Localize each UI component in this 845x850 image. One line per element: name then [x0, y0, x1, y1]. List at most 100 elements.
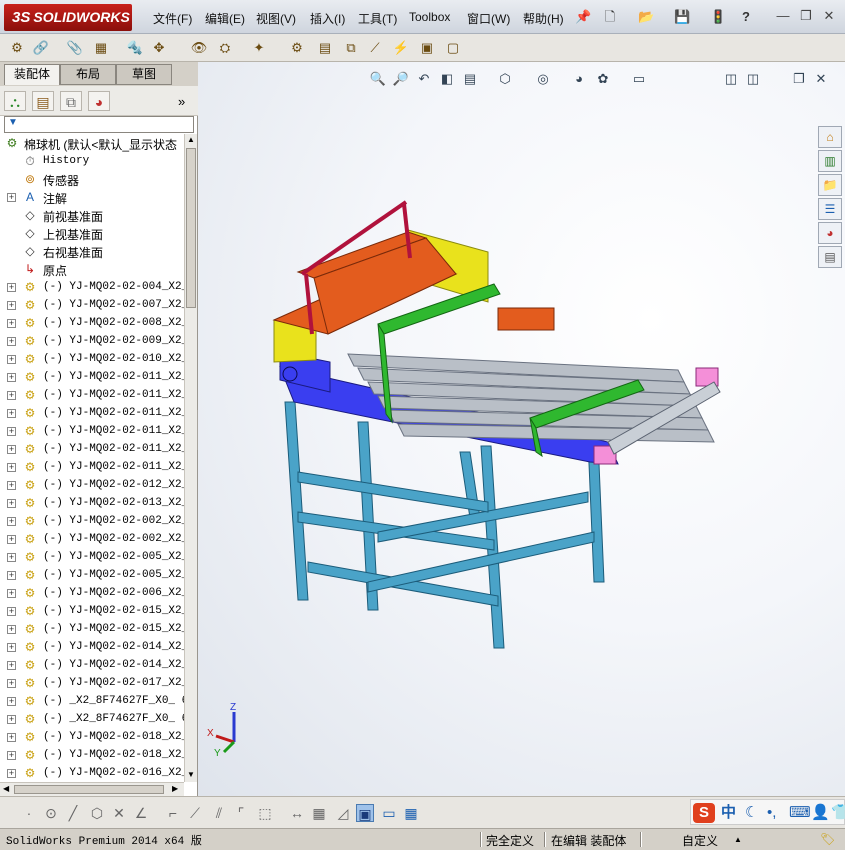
angle-icon[interactable]: ∠	[132, 804, 150, 822]
menu-window[interactable]: 窗口(W)	[467, 10, 510, 27]
expand-toggle-icon[interactable]: +	[7, 427, 16, 436]
minimize-button[interactable]: —	[775, 8, 791, 24]
menu-file[interactable]: 文件(F)	[153, 10, 192, 27]
expand-toggle-icon[interactable]: +	[7, 643, 16, 652]
filter-icon[interactable]: ▼	[8, 117, 18, 128]
tree-item[interactable]: ⏱ History	[0, 152, 184, 170]
expand-tabs-chevron-icon[interactable]: »	[178, 94, 185, 109]
tree-item[interactable]: ◇ 前视基准面	[0, 206, 184, 224]
close-button[interactable]: ✕	[821, 8, 837, 24]
ime-language-toggle[interactable]: 中	[721, 803, 736, 823]
expand-toggle-icon[interactable]: +	[7, 445, 16, 454]
home-icon[interactable]: ⌂	[818, 126, 842, 148]
menu-help[interactable]: 帮助(H)	[523, 10, 564, 27]
bill-of-materials-icon[interactable]: ▤	[316, 39, 334, 57]
feature-tree-icon[interactable]: ⛬	[4, 91, 26, 111]
grid-icon[interactable]: ▦	[310, 804, 328, 822]
skin-icon[interactable]: 👕	[831, 803, 845, 823]
expand-toggle-icon[interactable]: +	[7, 337, 16, 346]
menu-insert[interactable]: 插入(I)	[310, 10, 345, 27]
mate-icon[interactable]: 🔗	[32, 39, 50, 57]
appearances-icon[interactable]: ◕	[818, 222, 842, 244]
polygon-icon[interactable]: ⬡	[88, 804, 106, 822]
tree-item[interactable]: + ⚙ (-) YJ-MQ02-02-014_X2_8	[0, 656, 184, 674]
paperclip-icon[interactable]: 📎	[66, 39, 84, 57]
file-explorer-icon[interactable]: 📁	[818, 174, 842, 196]
rectangle-icon[interactable]: ⬚	[256, 804, 274, 822]
tree-item[interactable]: + ⚙ (-) YJ-MQ02-02-011_X2_6	[0, 458, 184, 476]
tree-item[interactable]: + ⚙ (-) YJ-MQ02-02-018_X2_6	[0, 746, 184, 764]
units-dropdown-arrow-icon[interactable]: ▲	[734, 835, 742, 844]
menu-view[interactable]: 视图(V)	[256, 10, 296, 27]
show-hidden-icon[interactable]: 👁	[190, 39, 208, 57]
restore-button[interactable]: ❐	[798, 8, 814, 24]
expand-toggle-icon[interactable]: +	[7, 715, 16, 724]
interference-detection-icon[interactable]: ⚡	[392, 39, 410, 57]
tree-hscroll-thumb[interactable]	[14, 785, 164, 794]
expand-toggle-icon[interactable]: +	[7, 733, 16, 742]
tree-item[interactable]: + ⚙ (-) YJ-MQ02-02-008_X2_5	[0, 314, 184, 332]
expand-toggle-icon[interactable]: +	[7, 499, 16, 508]
tree-item[interactable]: + ⚙ (-) _X2_8F74627F_X0_ 62	[0, 692, 184, 710]
tree-item[interactable]: + A 注解	[0, 188, 184, 206]
rebuild-icon[interactable]: 🚦	[710, 9, 726, 25]
tree-item[interactable]: + ⚙ (-) _X2_8F74627F_X0_ 62	[0, 710, 184, 728]
punctuation-icon[interactable]: •,	[767, 803, 776, 823]
display-manager-icon[interactable]: ◕	[88, 91, 110, 111]
explode-line-sketch-icon[interactable]: ⟋	[366, 39, 384, 57]
keyboard-icon[interactable]: ⌨	[789, 803, 811, 823]
tree-item[interactable]: ◇ 右视基准面	[0, 242, 184, 260]
tree-item[interactable]: + ⚙ (-) YJ-MQ02-02-018_X2_6	[0, 728, 184, 746]
trim-icon[interactable]: ✕	[110, 804, 128, 822]
linear-pattern-icon[interactable]: ▦	[92, 39, 110, 57]
tree-item[interactable]: + ⚙ (-) YJ-MQ02-02-014_X2_8	[0, 638, 184, 656]
tree-filter-input[interactable]: ▼	[4, 116, 194, 133]
expand-toggle-icon[interactable]: +	[7, 409, 16, 418]
expand-toggle-icon[interactable]: +	[7, 373, 16, 382]
expand-toggle-icon[interactable]: +	[7, 697, 16, 706]
units-dropdown[interactable]: 自定义	[682, 832, 718, 849]
tree-item[interactable]: + ⚙ (-) YJ-MQ02-02-010_X2_4	[0, 350, 184, 368]
tree-item[interactable]: + ⚙ (-) YJ-MQ02-02-005_X2_6	[0, 548, 184, 566]
menu-toolbox[interactable]: Toolbox	[409, 10, 450, 24]
tree-item[interactable]: + ⚙ (-) YJ-MQ02-02-002_X2_6	[0, 530, 184, 548]
tree-item[interactable]: + ⚙ (-) YJ-MQ02-02-002_X2_6	[0, 512, 184, 530]
expand-toggle-icon[interactable]: +	[7, 625, 16, 634]
expand-toggle-icon[interactable]: +	[7, 571, 16, 580]
help-icon[interactable]: ?	[738, 9, 754, 25]
expand-toggle-icon[interactable]: +	[7, 355, 16, 364]
scroll-down-icon[interactable]: ▼	[187, 770, 195, 779]
graphics-area[interactable]: 🔍 🔎 ↶ ◧ ▤ ⬡ ◎ ◕ ✿ ▭ ◫ ◫ ❐ ✕ Z X Y	[198, 62, 845, 796]
tree-item[interactable]: + ⚙ (-) YJ-MQ02-02-007_X2_5	[0, 296, 184, 314]
tree-item[interactable]: + ⚙ (-) YJ-MQ02-02-005_X2_6	[0, 566, 184, 584]
ime-toolbar[interactable]: S 中 ☾ •, ⌨ 👤 👕	[690, 799, 845, 825]
menu-edit[interactable]: 编辑(E)	[205, 10, 245, 27]
tree-item[interactable]: + ⚙ (-) YJ-MQ02-02-009_X2_5	[0, 332, 184, 350]
tree-item[interactable]: + ⚙ (-) YJ-MQ02-02-011_X2_6	[0, 440, 184, 458]
line-icon[interactable]: ╱	[64, 804, 82, 822]
expand-toggle-icon[interactable]: +	[7, 535, 16, 544]
table-icon[interactable]: ▦	[402, 804, 420, 822]
tree-item[interactable]: + ⚙ (-) YJ-MQ02-02-015_X2_8	[0, 620, 184, 638]
corner-icon[interactable]: ⌜	[232, 804, 250, 822]
save-icon[interactable]: 💾	[674, 9, 690, 25]
fillet-icon[interactable]: ⌐	[164, 804, 182, 822]
expand-toggle-icon[interactable]: +	[7, 301, 16, 310]
moon-icon[interactable]: ☾	[745, 803, 758, 823]
assembly-features-icon[interactable]: ⛭	[216, 39, 234, 57]
exploded-view-icon[interactable]: ⧉	[342, 39, 360, 57]
scroll-up-icon[interactable]: ▲	[187, 135, 195, 144]
tree-item[interactable]: ↳ 原点	[0, 260, 184, 278]
tree-item[interactable]: ⊚ 传感器	[0, 170, 184, 188]
tree-horizontal-scrollbar[interactable]: ◀ ▶	[0, 782, 184, 796]
tree-item[interactable]: + ⚙ (-) YJ-MQ02-02-011_X2_6	[0, 368, 184, 386]
expand-toggle-icon[interactable]: +	[7, 751, 16, 760]
expand-toggle-icon[interactable]: +	[7, 661, 16, 670]
tree-item[interactable]: + ⚙ (-) YJ-MQ02-02-012_X2_8	[0, 476, 184, 494]
scroll-left-icon[interactable]: ◀	[3, 784, 9, 793]
property-manager-icon[interactable]: ▤	[32, 91, 54, 111]
scroll-right-icon[interactable]: ▶	[172, 784, 178, 793]
expand-toggle-icon[interactable]: +	[7, 391, 16, 400]
tree-item[interactable]: + ⚙ (-) YJ-MQ02-02-006_X2_6	[0, 584, 184, 602]
expand-toggle-icon[interactable]: +	[7, 319, 16, 328]
